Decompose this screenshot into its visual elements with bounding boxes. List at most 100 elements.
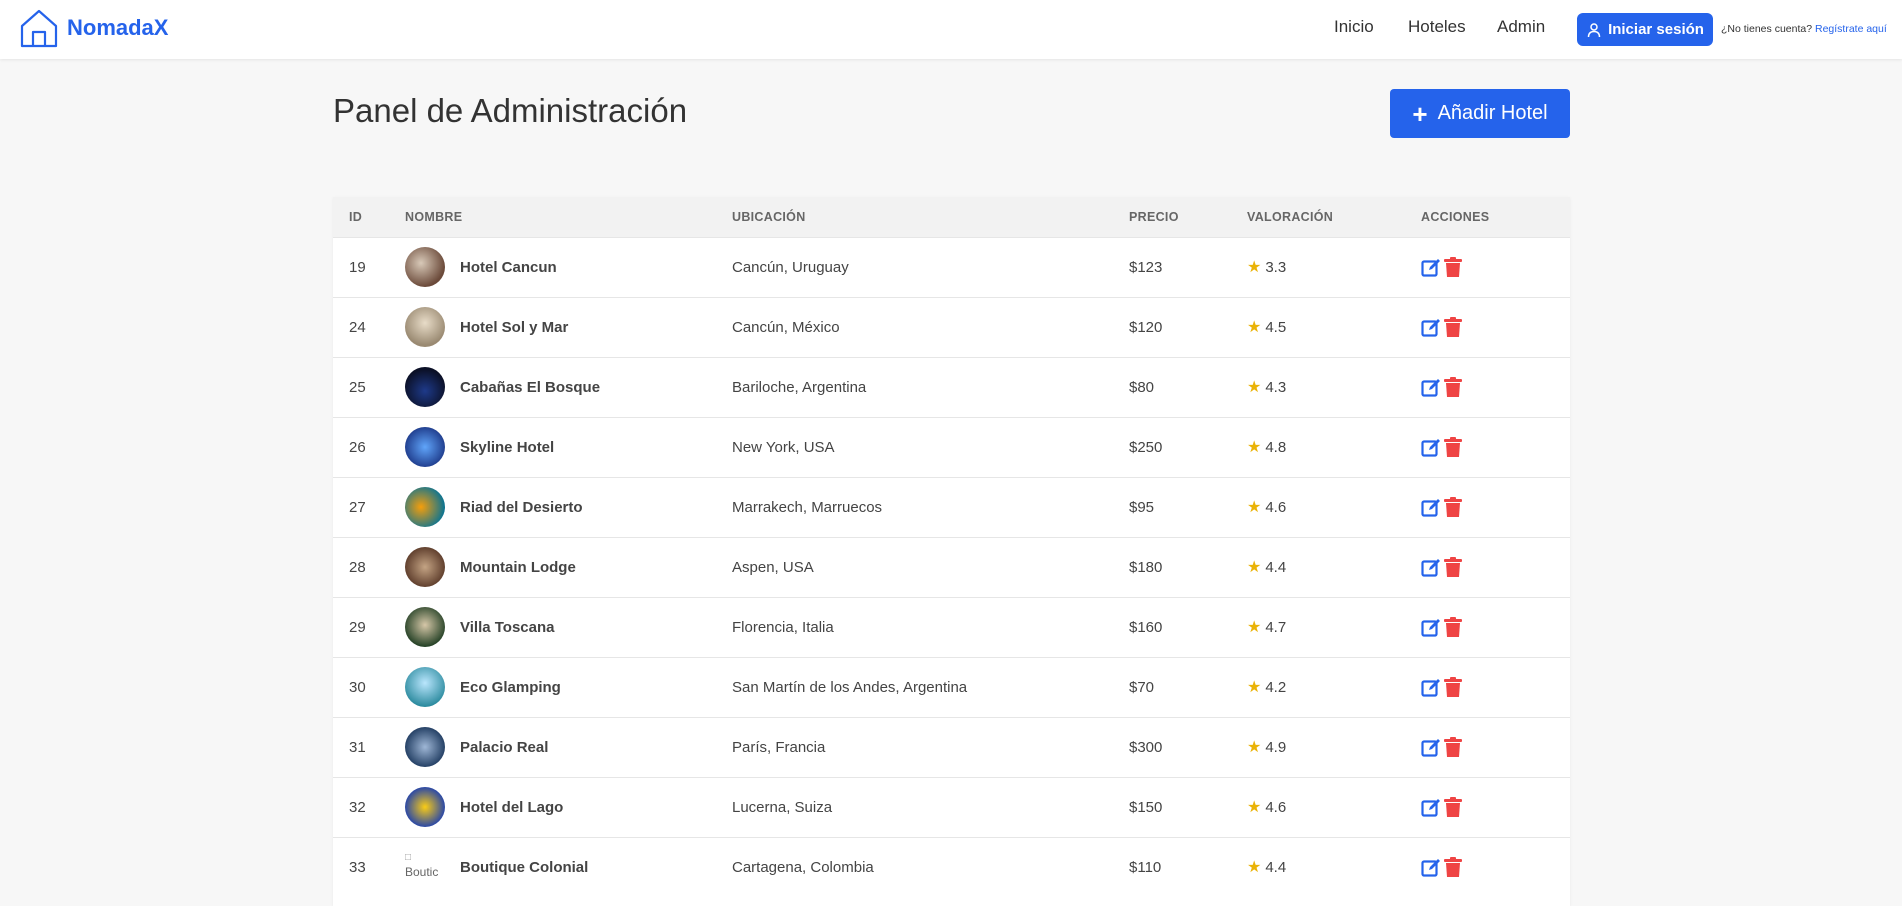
rating-value: 4.4	[1265, 859, 1287, 877]
signup-link[interactable]: Regístrate aquí	[1815, 23, 1887, 35]
cell-price: $123	[1129, 258, 1163, 276]
rating-value: 4.3	[1265, 379, 1287, 396]
cell-location: San Martín de los Andes, Argentina	[732, 678, 968, 696]
cell-name: Eco Glamping	[405, 657, 732, 717]
trash-icon[interactable]	[1443, 856, 1463, 878]
cell-id: 32	[349, 798, 366, 816]
hotel-name: Eco Glamping	[460, 678, 561, 696]
trash-icon[interactable]	[1443, 316, 1463, 338]
delete-button[interactable]	[1443, 676, 1463, 698]
cell-rating: ★ 4.9	[1247, 717, 1421, 777]
cell-rating: ★ 4.5	[1247, 297, 1421, 357]
edit-button[interactable]	[1421, 317, 1441, 338]
delete-button[interactable]	[1443, 616, 1463, 638]
table-row: 19 Hotel Cancun Cancún, Uruguay $123 ★ 3.3	[333, 237, 1570, 297]
cell-price: $120	[1129, 318, 1163, 336]
edit-button[interactable]	[1421, 737, 1441, 758]
hotel-thumbnail	[405, 427, 445, 467]
signup-hint: ¿No tienes cuenta? Regístrate aquí	[1721, 23, 1887, 35]
cell-location: Cancún, México	[732, 318, 840, 336]
hotel-name: Skyline Hotel	[460, 438, 555, 456]
cell-id: 19	[349, 258, 366, 276]
trash-icon[interactable]	[1443, 736, 1463, 758]
cell-name: Hotel del Lago	[405, 777, 732, 837]
delete-button[interactable]	[1443, 496, 1463, 518]
edit-button[interactable]	[1421, 797, 1441, 818]
cell-rating: ★ 4.7	[1247, 597, 1421, 657]
edit-button[interactable]	[1421, 857, 1441, 878]
cell-rating: ★ 4.6	[1247, 777, 1421, 837]
login-button[interactable]: Iniciar sesión	[1577, 13, 1713, 46]
edit-icon[interactable]	[1421, 557, 1441, 578]
broken-image-icon: □ Boutic	[405, 852, 439, 880]
cell-rating: ★ 3.3	[1247, 237, 1421, 297]
nav-link-inicio[interactable]: Inicio	[1334, 17, 1374, 37]
cell-price: $180	[1129, 558, 1163, 576]
hotel-thumbnail	[405, 487, 445, 527]
cell-actions	[1421, 297, 1570, 357]
hotel-name: Riad del Desierto	[460, 498, 583, 516]
hotels-table-container: ID NOMBRE UBICACIÓN PRECIO VALORACIÓN AC…	[333, 197, 1570, 906]
rating-value: 4.5	[1265, 319, 1287, 336]
edit-icon[interactable]	[1421, 497, 1441, 518]
delete-button[interactable]	[1443, 316, 1463, 338]
edit-icon[interactable]	[1421, 857, 1441, 878]
trash-icon[interactable]	[1443, 436, 1463, 458]
edit-button[interactable]	[1421, 257, 1441, 278]
edit-icon[interactable]	[1421, 797, 1441, 818]
trash-icon[interactable]	[1443, 376, 1463, 398]
edit-icon[interactable]	[1421, 317, 1441, 338]
trash-icon[interactable]	[1443, 496, 1463, 518]
delete-button[interactable]	[1443, 256, 1463, 278]
table-row: 26 Skyline Hotel New York, USA $250 ★ 4.8	[333, 417, 1570, 477]
cell-price: $70	[1129, 678, 1155, 696]
edit-button[interactable]	[1421, 437, 1441, 458]
trash-icon[interactable]	[1443, 796, 1463, 818]
star-icon: ★	[1247, 559, 1262, 576]
edit-button[interactable]	[1421, 497, 1441, 518]
edit-icon[interactable]	[1421, 257, 1441, 278]
star-icon: ★	[1247, 439, 1262, 456]
plus-icon: +	[1412, 98, 1428, 129]
cell-location: Cancún, Uruguay	[732, 258, 849, 276]
rating-value: 4.6	[1265, 799, 1287, 816]
edit-button[interactable]	[1421, 377, 1441, 398]
edit-icon[interactable]	[1421, 437, 1441, 458]
cell-price: $160	[1129, 618, 1163, 636]
delete-button[interactable]	[1443, 376, 1463, 398]
delete-button[interactable]	[1443, 796, 1463, 818]
rating-value: 4.6	[1265, 499, 1287, 516]
edit-icon[interactable]	[1421, 737, 1441, 758]
add-hotel-button[interactable]: + Añadir Hotel	[1390, 89, 1570, 138]
trash-icon[interactable]	[1443, 556, 1463, 578]
cell-actions	[1421, 477, 1570, 537]
brand-logo-link[interactable]: NomadaX	[19, 8, 168, 48]
cell-rating: ★ 4.8	[1247, 417, 1421, 477]
cell-id: 33	[349, 858, 366, 876]
nav-link-hoteles[interactable]: Hoteles	[1408, 17, 1466, 37]
edit-button[interactable]	[1421, 617, 1441, 638]
cell-location: Bariloche, Argentina	[732, 378, 867, 396]
edit-icon[interactable]	[1421, 377, 1441, 398]
trash-icon[interactable]	[1443, 616, 1463, 638]
top-navbar: NomadaX Inicio Hoteles Admin Iniciar ses…	[0, 0, 1902, 59]
nav-link-admin[interactable]: Admin	[1497, 17, 1545, 37]
star-icon: ★	[1247, 499, 1262, 516]
star-icon: ★	[1247, 859, 1262, 877]
edit-icon[interactable]	[1421, 677, 1441, 698]
cell-location: Florencia, Italia	[732, 618, 834, 636]
delete-button[interactable]	[1443, 856, 1463, 878]
delete-button[interactable]	[1443, 556, 1463, 578]
delete-button[interactable]	[1443, 736, 1463, 758]
table-row: 28 Mountain Lodge Aspen, USA $180 ★ 4.4	[333, 537, 1570, 597]
trash-icon[interactable]	[1443, 256, 1463, 278]
delete-button[interactable]	[1443, 436, 1463, 458]
hotel-thumbnail	[405, 367, 445, 407]
cell-id: 28	[349, 558, 366, 576]
edit-button[interactable]	[1421, 557, 1441, 578]
edit-button[interactable]	[1421, 677, 1441, 698]
cell-rating: ★ 4.4	[1247, 537, 1421, 597]
trash-icon[interactable]	[1443, 676, 1463, 698]
cell-name: Hotel Cancun	[405, 237, 732, 297]
edit-icon[interactable]	[1421, 617, 1441, 638]
